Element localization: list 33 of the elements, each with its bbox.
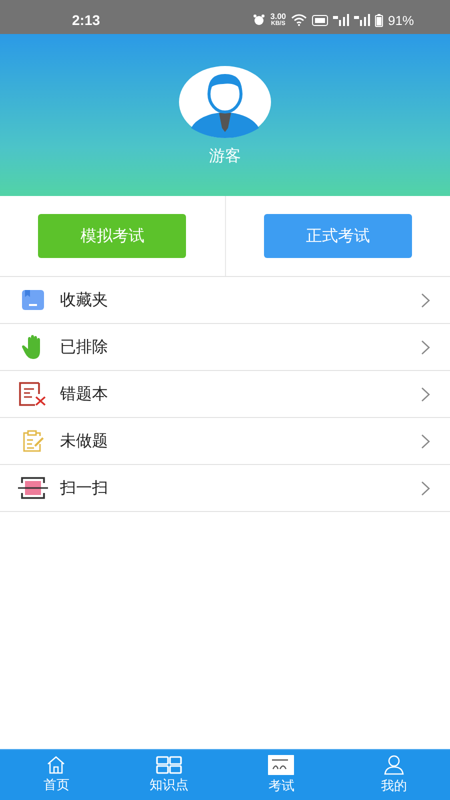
chevron-right-icon xyxy=(421,386,430,402)
menu-item[interactable]: 错题本 xyxy=(0,371,450,418)
wrong-answer-icon xyxy=(18,382,48,406)
chevron-right-icon xyxy=(421,292,430,308)
battery-icon xyxy=(374,14,383,26)
menu-item[interactable]: 收藏夹 xyxy=(0,277,450,324)
status-time: 2:13 xyxy=(72,12,100,28)
menu-item[interactable]: 已排除 xyxy=(0,324,450,371)
network-speed: 3.00 xyxy=(270,13,286,21)
chevron-right-icon xyxy=(421,340,430,354)
battery-level: 91% xyxy=(388,12,414,28)
signal-icon xyxy=(354,14,370,26)
chevron-right-icon xyxy=(421,480,430,496)
signal-icon xyxy=(332,14,349,26)
user-name: 游客 xyxy=(209,146,241,167)
nav-tab[interactable]: 知识点 xyxy=(112,750,225,800)
scan-icon xyxy=(18,476,48,500)
exam-paper-icon xyxy=(268,755,294,775)
alarm-icon xyxy=(253,14,266,26)
menu-item[interactable]: 未做题 xyxy=(0,418,450,465)
nav-tab[interactable]: 首页 xyxy=(0,750,112,800)
exam-button[interactable]: 正式考试 xyxy=(264,214,412,258)
hd-icon xyxy=(312,14,328,26)
avatar-icon xyxy=(179,66,271,138)
home-icon xyxy=(46,756,66,774)
menu-item[interactable]: 扫一扫 xyxy=(0,465,450,512)
wifi-icon xyxy=(290,14,307,26)
chevron-right-icon xyxy=(421,434,430,448)
nav-tab[interactable]: 考试 xyxy=(225,750,338,800)
grid-icon xyxy=(156,756,182,774)
exam-button[interactable]: 模拟考试 xyxy=(38,214,186,258)
person-icon xyxy=(384,755,404,775)
nav-tab[interactable]: 我的 xyxy=(338,750,450,800)
